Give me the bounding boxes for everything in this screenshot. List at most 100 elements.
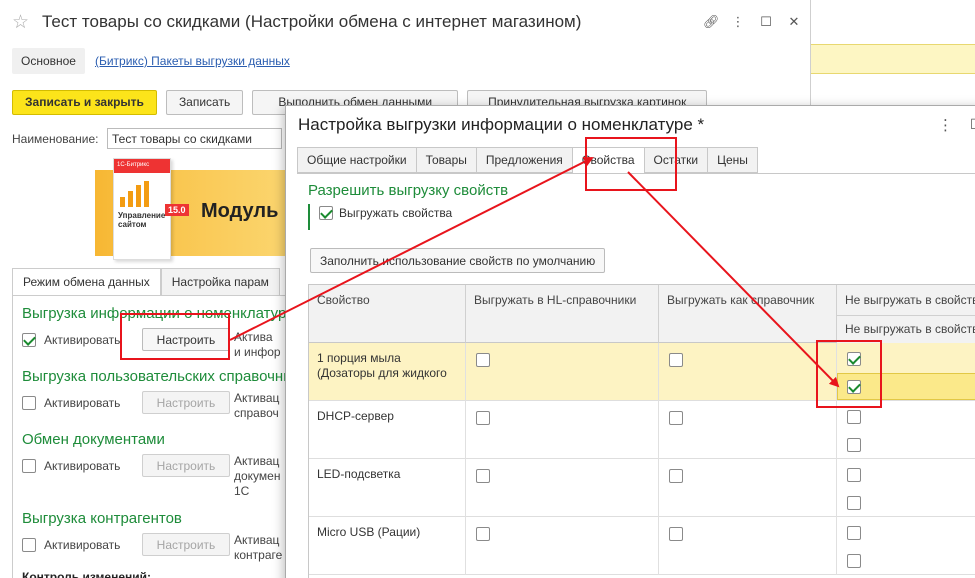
property-name-cell: Micro USB (Рации) (309, 517, 466, 575)
activate-label: Активировать (44, 458, 121, 473)
window-title: Тест товары со скидками (Настройки обмен… (42, 12, 582, 31)
background-highlight-strip (811, 44, 975, 74)
tab-prices[interactable]: Цены (707, 147, 758, 173)
section-title-user-dictionaries: Выгрузка пользовательских справочников (22, 368, 315, 385)
more-menu-icon[interactable]: ⋮ (731, 14, 745, 30)
configure-nomenclature-button[interactable]: Настроить (142, 328, 230, 351)
section-title-documents: Обмен документами (22, 431, 165, 448)
name-row: Наименование: (12, 128, 282, 149)
nomenclature-export-dialog: Настройка выгрузки информации о номенкла… (285, 105, 975, 578)
export-properties-checkbox[interactable] (319, 206, 333, 220)
section-nav: Основное (Битрикс) Пакеты выгрузки данны… (12, 46, 290, 76)
save-button[interactable]: Записать (165, 90, 244, 115)
table-row[interactable]: LED-подсветка (309, 459, 975, 517)
hl-checkbox[interactable] (476, 469, 490, 483)
favorite-star-icon[interactable]: ☆ (12, 11, 29, 34)
close-icon[interactable]: ✕ (787, 14, 801, 30)
dialog-title: Настройка выгрузки информации о номенкла… (298, 115, 705, 134)
activate-label: Активировать (44, 537, 121, 552)
tab-parameters[interactable]: Настройка парам (160, 268, 280, 295)
dictionary-cell (659, 401, 837, 459)
section-row-user-dictionaries: Активировать Настроить (22, 391, 230, 414)
box-chart-graphic (120, 181, 149, 207)
box-text: Управление сайтом (118, 211, 166, 229)
activate-nomenclature-checkbox[interactable] (22, 332, 36, 347)
hl-cell (466, 517, 659, 575)
section-title-nomenclature: Выгрузка информации о номенклатуре (22, 305, 295, 322)
change-control-label: Контроль изменений: (22, 570, 151, 578)
dictionary-checkbox[interactable] (669, 411, 683, 425)
dictionary-checkbox[interactable] (669, 527, 683, 541)
export-properties-row: Выгружать свойства (319, 206, 452, 220)
configure-user-dictionaries-button[interactable]: Настроить (142, 391, 230, 414)
dialog-tabs-divider (297, 173, 975, 174)
hl-checkbox[interactable] (476, 353, 490, 367)
dialog-more-menu-icon[interactable]: ⋮ (938, 116, 953, 134)
dictionary-checkbox[interactable] (669, 469, 683, 483)
dictionary-checkbox[interactable] (669, 353, 683, 367)
section-row-counterparties: Активировать Настроить (22, 533, 230, 556)
dialog-close-icon[interactable]: ☐ (970, 116, 975, 133)
section-desc-user-dictionaries: Активац справоч (234, 391, 280, 420)
dictionary-cell (659, 517, 837, 575)
no-export-checkbox-2[interactable] (847, 496, 861, 510)
dictionary-cell (659, 459, 837, 517)
column-header-no-export[interactable]: Не выгружать в свойства (837, 285, 975, 315)
save-and-close-button[interactable]: Записать и закрыть (12, 90, 157, 115)
property-name-cell: 1 порция мыла (Дозаторы для жидкого (309, 343, 466, 401)
configure-documents-button[interactable]: Настроить (142, 454, 230, 477)
property-name-cell: DHCP-сервер (309, 401, 466, 459)
fill-defaults-button[interactable]: Заполнить использование свойств по умолч… (310, 248, 606, 273)
section-desc-nomenclature: Актива и инфор (234, 330, 281, 359)
property-name-cell: LED-подсветка (309, 459, 466, 517)
tab-properties[interactable]: Свойства (571, 147, 644, 174)
window-titlebar: ☆ Тест товары со скидками (Настройки обм… (0, 0, 811, 44)
no-export-checkbox-1[interactable] (847, 526, 861, 540)
configure-counterparties-button[interactable]: Настроить (142, 533, 230, 556)
no-export-checkbox-2[interactable] (847, 438, 861, 452)
no-export-checkbox-1[interactable] (847, 352, 861, 366)
section-desc-counterparties: Активац контраге (234, 533, 283, 562)
activate-user-dictionaries-checkbox[interactable] (22, 395, 36, 410)
nav-main[interactable]: Основное (12, 48, 85, 74)
tab-offers[interactable]: Предложения (475, 147, 572, 173)
group-indicator-bar (308, 204, 310, 230)
properties-grid: Свойство Выгружать в HL-справочники Выгр… (308, 284, 975, 578)
tab-products[interactable]: Товары (415, 147, 476, 173)
table-row[interactable]: 1 порция мыла (Дозаторы для жидкого (309, 343, 975, 401)
activate-counterparties-checkbox[interactable] (22, 537, 36, 552)
maximize-icon[interactable]: ☐ (759, 14, 773, 30)
no-export-checkbox-1[interactable] (847, 468, 861, 482)
dictionary-cell (659, 343, 837, 401)
name-input[interactable] (107, 128, 282, 149)
activate-label: Активировать (44, 332, 121, 347)
tab-exchange-mode[interactable]: Режим обмена данных (12, 268, 161, 296)
activate-documents-checkbox[interactable] (22, 458, 36, 473)
tab-general-settings[interactable]: Общие настройки (297, 147, 416, 173)
column-header-dictionary[interactable]: Выгружать как справочник (659, 285, 837, 343)
column-subheader-no-export[interactable]: Не выгружать в свойства (837, 315, 975, 343)
hl-cell (466, 343, 659, 401)
module-banner: 1С-Битрикс Управление сайтом 15.0 Модуль (95, 158, 285, 260)
hl-checkbox[interactable] (476, 527, 490, 541)
link-icon[interactable]: 🔗︎ (703, 14, 720, 30)
window-controls: 🔗︎ ⋮ ☐ ✕ (703, 14, 801, 30)
section-row-documents: Активировать Настроить (22, 454, 230, 477)
hl-checkbox[interactable] (476, 411, 490, 425)
name-label: Наименование: (12, 131, 99, 146)
dialog-tabs: Общие настройки Товары Предложения Свойс… (297, 147, 758, 174)
column-header-hl[interactable]: Выгружать в HL-справочники (466, 285, 659, 343)
table-row[interactable]: Micro USB (Рации) (309, 517, 975, 575)
table-row[interactable]: DHCP-сервер (309, 401, 975, 459)
no-export-checkbox-1[interactable] (847, 410, 861, 424)
no-export-checkbox-2[interactable] (847, 380, 861, 394)
section-desc-documents: Активац докумен 1С (234, 454, 281, 498)
activate-label: Активировать (44, 395, 121, 410)
export-properties-label: Выгружать свойства (339, 206, 453, 220)
section-title-counterparties: Выгрузка контрагентов (22, 510, 182, 527)
column-header-property[interactable]: Свойство (309, 285, 466, 343)
tab-stock[interactable]: Остатки (643, 147, 708, 173)
nav-bitrix-packages-link[interactable]: (Битрикс) Пакеты выгрузки данных (95, 54, 290, 68)
no-export-checkbox-2[interactable] (847, 554, 861, 568)
banner-text: Модуль (201, 200, 279, 222)
